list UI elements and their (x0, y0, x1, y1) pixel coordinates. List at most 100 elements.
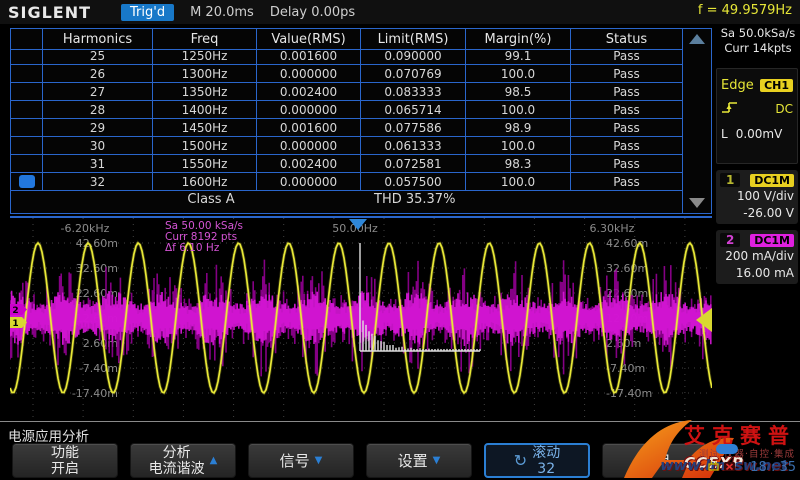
cell-status[interactable]: Pass (571, 137, 682, 155)
row-select-marker[interactable] (11, 119, 43, 137)
row-select-marker[interactable] (11, 47, 43, 65)
cell-margin[interactable]: 100.0 (466, 65, 571, 83)
cell-harmonics[interactable]: 27 (43, 83, 153, 101)
cell-status[interactable]: Pass (571, 83, 682, 101)
channel2-panel[interactable]: 2 DC1M 200 mA/div 16.00 mA (716, 230, 798, 284)
channel2-scale: 200 mA/div (720, 248, 794, 265)
channel1-offset: -26.00 V (720, 205, 794, 222)
channel1-panel[interactable]: 1 DC1M 100 V/div -26.00 V (716, 170, 798, 224)
cell-harmonics[interactable]: 32 (43, 173, 153, 191)
menu-button-signal[interactable]: 信号▼ (248, 443, 354, 478)
row-select-marker[interactable] (11, 83, 43, 101)
menu-button-line: 分析 (163, 445, 191, 461)
trigger-type: Edge (721, 78, 754, 93)
menu-button-line: 电流谐波 (149, 461, 205, 477)
row-select-marker[interactable] (11, 173, 43, 191)
waveform-canvas[interactable]: -6.20kHz50.00Hz6.30kHz42.60m42.60m32.60m… (10, 218, 712, 420)
menu-buttons: 功能开启分析电流谐波▲ 信号▼ 设置▼ ↻滚动32 应用 (12, 443, 708, 478)
cell-value[interactable]: 0.001600 (257, 47, 361, 65)
amp-axis-label-left: -7.40m (79, 362, 118, 375)
cell-freq[interactable]: 1350Hz (153, 83, 257, 101)
freq-axis-label: 6.30kHz (590, 222, 635, 235)
cell-freq[interactable]: 1400Hz (153, 101, 257, 119)
cell-value[interactable]: 0.000000 (257, 137, 361, 155)
bottom-menu: 电源应用分析 功能开启分析电流谐波▲信号▼设置▼↻滚动32应用 (0, 421, 800, 480)
cell-limit[interactable]: 0.083333 (361, 83, 466, 101)
cell-limit[interactable]: 0.090000 (361, 47, 466, 65)
usb-device-icon (707, 460, 720, 473)
cell-status[interactable]: Pass (571, 173, 682, 191)
cell-harmonics[interactable]: 25 (43, 47, 153, 65)
rotate-knob-icon: ↻ (514, 453, 527, 469)
status-icons (707, 460, 736, 473)
amp-axis-label-right: -7.40m (606, 362, 645, 375)
cell-harmonics[interactable]: 30 (43, 137, 153, 155)
class-label: Class A (131, 192, 291, 207)
cell-freq[interactable]: 1500Hz (153, 137, 257, 155)
menu-button-label: 分析电流谐波 (149, 445, 205, 477)
channel2-position-number: 2 (12, 306, 18, 316)
cell-status[interactable]: Pass (571, 155, 682, 173)
row-select-marker[interactable] (11, 137, 43, 155)
delay-readout[interactable]: Delay 0.00ps (270, 5, 355, 20)
menu-button-scroll[interactable]: ↻滚动32 (484, 443, 590, 478)
table-footer: Class ATHD 35.37% (11, 191, 682, 211)
cell-status[interactable]: Pass (571, 65, 682, 83)
trigger-level-value: 0.00mV (736, 127, 783, 141)
menu-button-settings[interactable]: 设置▼ (366, 443, 472, 478)
cell-margin[interactable]: 98.5 (466, 83, 571, 101)
timebase-readout[interactable]: M 20.0ms (190, 5, 254, 20)
cell-harmonics[interactable]: 26 (43, 65, 153, 83)
scroll-down-icon[interactable] (689, 198, 705, 208)
cell-value[interactable]: 0.001600 (257, 119, 361, 137)
table-scrollbar (682, 29, 711, 213)
cell-margin[interactable]: 100.0 (466, 101, 571, 119)
cell-harmonics[interactable]: 29 (43, 119, 153, 137)
cell-margin[interactable]: 99.1 (466, 47, 571, 65)
menu-button-function-enable[interactable]: 功能开启 (12, 443, 118, 478)
menu-button-line: 32 (537, 461, 555, 477)
cell-value[interactable]: 0.002400 (257, 155, 361, 173)
acquisition-info: Sa 50.0kSa/s Curr 14kpts (716, 26, 800, 56)
cell-harmonics[interactable]: 28 (43, 101, 153, 119)
cell-value[interactable]: 0.000000 (257, 101, 361, 119)
cell-limit[interactable]: 0.065714 (361, 101, 466, 119)
cell-freq[interactable]: 1250Hz (153, 47, 257, 65)
menu-button-apply[interactable]: 应用 (602, 443, 708, 478)
cell-limit[interactable]: 0.077586 (361, 119, 466, 137)
fft-annotation: Δf 6.10 Hz (165, 242, 220, 254)
menu-button-label: 信号 (280, 453, 310, 469)
cell-freq[interactable]: 1600Hz (153, 173, 257, 191)
cell-status[interactable]: Pass (571, 119, 682, 137)
cell-status[interactable]: Pass (571, 101, 682, 119)
menu-button-analysis-type[interactable]: 分析电流谐波▲ (130, 443, 236, 478)
cell-freq[interactable]: 1550Hz (153, 155, 257, 173)
row-select-marker[interactable] (11, 101, 43, 119)
trigger-status-badge: Trig'd (121, 4, 174, 21)
cell-harmonics[interactable]: 31 (43, 155, 153, 173)
cell-value[interactable]: 0.000000 (257, 65, 361, 83)
menu-button-line: 开启 (51, 461, 79, 477)
cell-margin[interactable]: 100.0 (466, 173, 571, 191)
cell-limit[interactable]: 0.057500 (361, 173, 466, 191)
cell-margin[interactable]: 98.3 (466, 155, 571, 173)
scroll-up-icon[interactable] (689, 34, 705, 44)
frequency-counter: f = 49.9579Hz (698, 3, 792, 18)
cell-value[interactable]: 0.002400 (257, 83, 361, 101)
cell-limit[interactable]: 0.072581 (361, 155, 466, 173)
cell-margin[interactable]: 100.0 (466, 137, 571, 155)
cell-limit[interactable]: 0.061333 (361, 137, 466, 155)
cell-freq[interactable]: 1300Hz (153, 65, 257, 83)
cell-value[interactable]: 0.000000 (257, 173, 361, 191)
waveform-display[interactable]: -6.20kHz50.00Hz6.30kHz42.60m42.60m32.60m… (10, 216, 712, 422)
right-sidebar: Sa 50.0kSa/s Curr 14kpts Edge CH1 DC L 0… (716, 26, 800, 446)
freq-axis-label: -6.20kHz (61, 222, 110, 235)
row-select-marker[interactable] (11, 155, 43, 173)
cell-status[interactable]: Pass (571, 47, 682, 65)
trigger-source-badge: CH1 (760, 79, 793, 92)
cell-freq[interactable]: 1450Hz (153, 119, 257, 137)
row-select-marker[interactable] (11, 65, 43, 83)
cell-limit[interactable]: 0.070769 (361, 65, 466, 83)
trigger-panel[interactable]: Edge CH1 DC L 0.00mV (716, 68, 798, 164)
cell-margin[interactable]: 98.9 (466, 119, 571, 137)
